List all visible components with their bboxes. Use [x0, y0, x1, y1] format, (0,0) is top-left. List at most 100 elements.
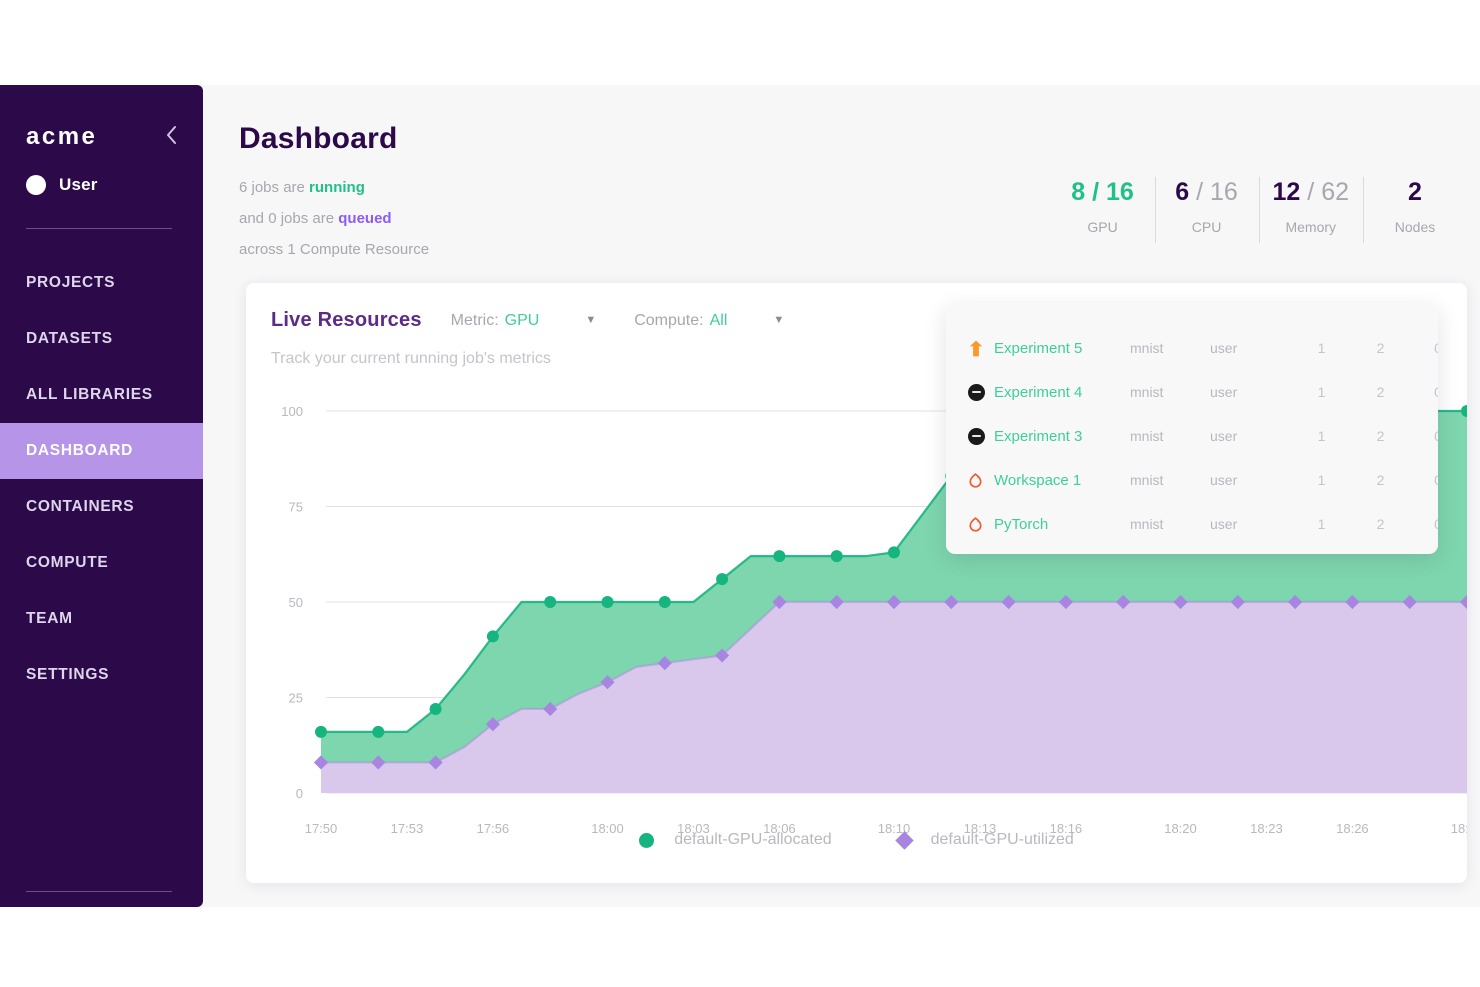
chevron-left-icon[interactable]: [165, 125, 178, 149]
sidebar-item-dashboard[interactable]: DASHBOARD: [0, 423, 203, 479]
job-name[interactable]: PyTorch: [994, 516, 1130, 533]
stat-gpu-value: 8 / 16: [1065, 175, 1141, 209]
job-col-2: 2: [1376, 428, 1385, 444]
job-user: user: [1210, 340, 1238, 356]
page-header: Dashboard 6 jobs are running and 0 jobs …: [203, 85, 1480, 270]
sidebar-item-label: PROJECTS: [26, 274, 116, 291]
job-col-3: 0: [1434, 384, 1438, 400]
job-col-3: 0: [1434, 340, 1438, 356]
job-col-2: 2: [1376, 384, 1385, 400]
chart-legend: default-GPU-allocated default-GPU-utiliz…: [246, 830, 1467, 850]
sidebar-item-label: SETTINGS: [26, 666, 110, 683]
job-col-1: 1: [1317, 340, 1326, 356]
job-project: mnist: [1130, 516, 1164, 532]
sidebar-item-projects[interactable]: PROJECTS: [0, 255, 203, 311]
legend-label-allocated: default-GPU-allocated: [674, 831, 832, 848]
job-summary-line-queued: and 0 jobs are queued: [239, 203, 429, 234]
running-status: running: [309, 179, 365, 196]
job-col-1: 1: [1317, 472, 1326, 488]
stat-nodes: 2 Nodes: [1363, 175, 1467, 243]
stat-gpu-denominator: / 16: [1092, 178, 1134, 206]
dark-circle-icon: [968, 427, 994, 445]
job-project: mnist: [1130, 472, 1164, 488]
sidebar-item-label: DASHBOARD: [26, 442, 134, 459]
svg-text:100: 100: [281, 404, 303, 419]
svg-text:75: 75: [289, 500, 303, 515]
stat-memory-label: Memory: [1285, 219, 1337, 235]
list-item[interactable]: Workspace 1 mnist user 1 2 0: [946, 458, 1438, 502]
chevron-down-icon: ▼: [585, 314, 597, 326]
list-item[interactable]: Experiment 3 mnist user 1 2 0: [946, 414, 1438, 458]
queued-prefix: and 0 jobs are: [239, 210, 339, 227]
metric-dropdown-label: Metric:: [450, 311, 499, 329]
app-root: acme User PROJECTS DATASETS ALL LIBRARIE…: [0, 0, 1480, 987]
list-item[interactable]: Experiment 4 mnist user 1 2 0: [946, 370, 1438, 414]
sidebar-item-datasets[interactable]: DATASETS: [0, 311, 203, 367]
dark-circle-icon: [968, 383, 994, 401]
job-summary-line-resource: across 1 Compute Resource: [239, 241, 430, 258]
stat-cpu-numerator: 6: [1175, 178, 1190, 206]
avatar: [26, 175, 46, 195]
legend-item-allocated[interactable]: default-GPU-allocated: [639, 831, 832, 849]
sidebar-item-label: DATASETS: [26, 330, 113, 347]
pytorch-icon: [968, 516, 994, 533]
stat-nodes-numerator: 2: [1408, 178, 1422, 206]
resource-stats: 8 / 16 GPU 6 / 16 CPU 12 / 62 Memory 2 N…: [1051, 175, 1467, 243]
sidebar-item-label: CONTAINERS: [26, 498, 135, 515]
job-col-1: 1: [1317, 428, 1326, 444]
job-col-3: 0: [1434, 428, 1438, 444]
legend-item-utilized[interactable]: default-GPU-utilized: [894, 830, 1074, 850]
user-row[interactable]: User: [26, 175, 98, 195]
sidebar-item-team[interactable]: TEAM: [0, 591, 203, 647]
job-name[interactable]: Workspace 1: [994, 472, 1130, 489]
job-col-2: 2: [1376, 516, 1385, 532]
stat-cpu-label: CPU: [1191, 219, 1222, 235]
job-name[interactable]: Experiment 4: [994, 384, 1130, 401]
brand-name: acme: [26, 123, 98, 150]
list-item[interactable]: PyTorch mnist user 1 2 0: [946, 502, 1438, 546]
diamond-marker-icon: [894, 830, 914, 850]
sidebar-item-settings[interactable]: SETTINGS: [0, 647, 203, 703]
metric-dropdown[interactable]: Metric: GPU ▼: [451, 312, 597, 330]
sidebar-divider-bottom: [26, 891, 172, 892]
stat-gpu-label: GPU: [1087, 219, 1118, 235]
sidebar-item-compute[interactable]: COMPUTE: [0, 535, 203, 591]
svg-text:25: 25: [289, 691, 303, 706]
sidebar-item-label: TEAM: [26, 610, 73, 627]
compute-dropdown-label: Compute:: [634, 311, 704, 329]
job-summary: 6 jobs are running and 0 jobs are queued…: [239, 172, 429, 265]
legend-label-utilized: default-GPU-utilized: [930, 831, 1074, 848]
card-title: Live Resources: [271, 309, 422, 331]
job-user: user: [1210, 384, 1238, 400]
job-summary-line-running: 6 jobs are running: [239, 172, 429, 203]
job-col-1: 1: [1317, 516, 1326, 532]
job-col-2: 2: [1376, 472, 1385, 488]
running-jobs-overlay: Experiment 5 mnist user 1 2 0 Experiment…: [946, 303, 1438, 554]
circle-marker-icon: [639, 832, 655, 848]
user-name: User: [59, 175, 98, 194]
page-title: Dashboard: [239, 122, 398, 155]
card-subtitle: Track your current running job's metrics: [271, 350, 551, 367]
stat-nodes-value: 2: [1377, 175, 1453, 209]
metric-dropdown-value: GPU: [504, 311, 540, 329]
job-name[interactable]: Experiment 3: [994, 428, 1130, 445]
stat-gpu-numerator: 8: [1071, 178, 1086, 206]
job-name[interactable]: Experiment 5: [994, 340, 1130, 357]
job-col-3: 0: [1434, 516, 1438, 532]
job-project: mnist: [1130, 428, 1164, 444]
compute-dropdown[interactable]: Compute: All ▼: [634, 312, 784, 330]
stat-memory-value: 12 / 62: [1273, 175, 1349, 209]
job-user: user: [1210, 516, 1238, 532]
running-prefix: 6 jobs are: [239, 179, 310, 196]
stat-cpu-value: 6 / 16: [1169, 175, 1245, 209]
sidebar-item-containers[interactable]: CONTAINERS: [0, 479, 203, 535]
chevron-down-icon: ▼: [773, 314, 785, 326]
stat-gpu: 8 / 16 GPU: [1051, 175, 1155, 235]
list-item[interactable]: Experiment 5 mnist user 1 2 0: [946, 326, 1438, 370]
compute-dropdown-value: All: [709, 311, 728, 329]
job-col-1: 1: [1317, 384, 1326, 400]
job-col-2: 2: [1376, 340, 1385, 356]
stat-memory-numerator: 12: [1272, 178, 1301, 206]
sidebar-item-all-libraries[interactable]: ALL LIBRARIES: [0, 367, 203, 423]
card-header: Live Resources Metric: GPU ▼ Compute: Al…: [271, 309, 822, 332]
